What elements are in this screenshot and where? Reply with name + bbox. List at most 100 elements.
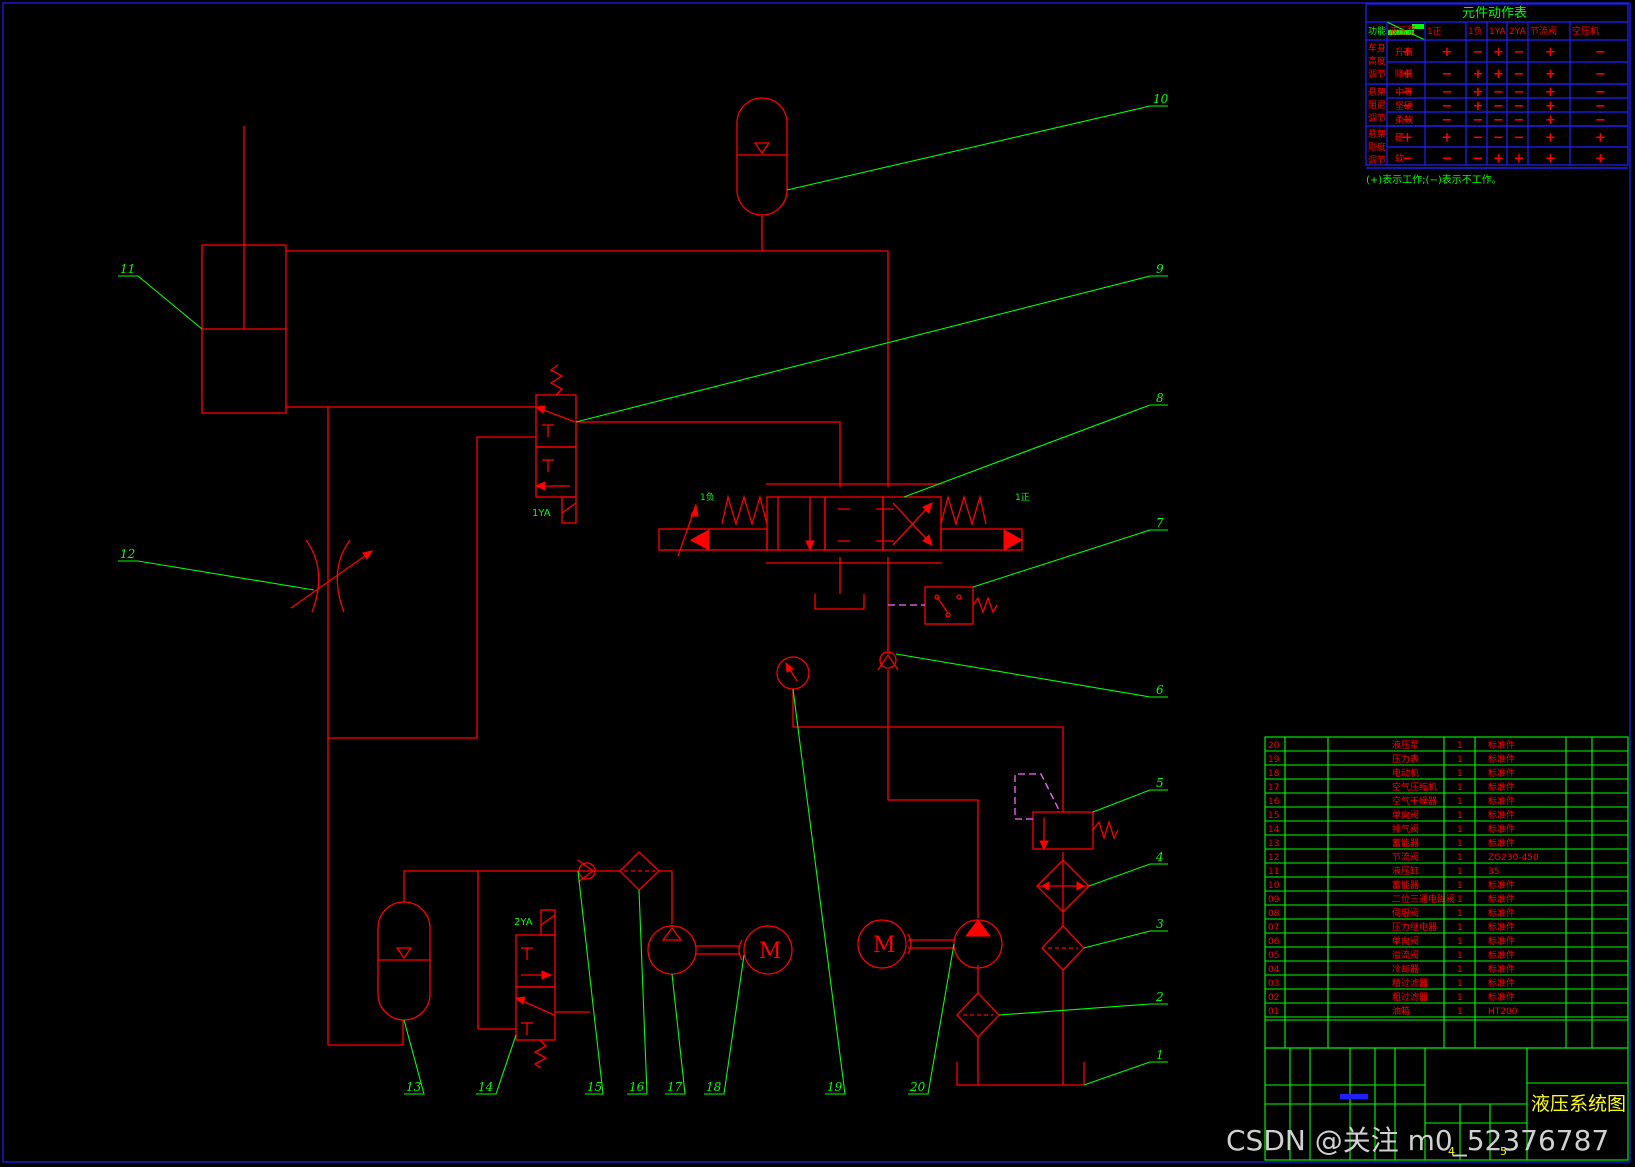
action-table-cell-1-1: − [1442, 67, 1453, 82]
action-table-cell-0-3: + [1493, 45, 1504, 60]
motor-18-label: M [759, 939, 782, 964]
air-dryer-16 [597, 851, 673, 924]
parts-list-qty-17: 1 [1457, 979, 1463, 989]
parts-list-name-19: 油箱 [1392, 1005, 1410, 1017]
action-table-group-1: 悬架 [1368, 87, 1386, 98]
action-table-cell-6-3: + [1493, 152, 1504, 167]
action-table-group-2: 悬架 [1368, 129, 1386, 140]
action-table-cell-3-6: − [1595, 99, 1606, 114]
action-table-header-5: 节流阀 [1530, 25, 1557, 37]
action-table-cell-5-3: − [1493, 131, 1504, 146]
parts-list-no-10: 10 [1268, 881, 1280, 891]
parts-list-no-4: 16 [1268, 797, 1280, 807]
parts-list-qty-13: 1 [1457, 923, 1463, 933]
action-table-title: 元件动作表 [1462, 6, 1527, 21]
callout-4: 4 [1155, 850, 1164, 864]
parts-list-spec-12: 标准件 [1488, 907, 1515, 919]
parts-list-no-14: 06 [1268, 937, 1280, 947]
parts-list-spec-8: ZG230-450 [1488, 853, 1539, 863]
action-table-header-2: 1负 [1468, 25, 1483, 37]
parts-list-name-15: 溢流阀 [1392, 949, 1419, 961]
callout-5: 5 [1156, 776, 1164, 790]
action-table-cell-0-0: + [1402, 45, 1413, 60]
action-table-cell-1-0: + [1402, 67, 1413, 82]
title-block-marker [1340, 1094, 1368, 1099]
check-valve-06 [877, 651, 899, 671]
parts-list-no-0: 20 [1268, 741, 1280, 751]
action-table-cell-3-4: − [1514, 99, 1525, 114]
callout-3: 3 [1156, 917, 1164, 931]
parts-list-qty-14: 1 [1457, 937, 1463, 947]
parts-list-spec-14: 标准件 [1488, 935, 1515, 947]
solenoid-valve-09 [534, 364, 577, 524]
action-table-group-1: 阻尼 [1368, 100, 1386, 111]
callout-10: 10 [1153, 92, 1169, 106]
parts-list-frame [1264, 736, 1629, 1049]
valve-14-coil-label: 2YA [514, 917, 533, 928]
parts-list-name-12: 伺服阀 [1392, 907, 1419, 919]
callout-17: 17 [667, 1080, 683, 1094]
callout-2: 2 [1155, 990, 1164, 1004]
action-table-cell-0-1: + [1442, 45, 1453, 60]
parts-list-name-9: 液压缸 [1392, 865, 1419, 877]
parts-list-no-8: 12 [1268, 853, 1279, 863]
parts-list-spec-11: 标准件 [1488, 893, 1515, 905]
action-table-header-1: 1正 [1427, 27, 1442, 37]
parts-list-qty-10: 1 [1457, 881, 1463, 891]
parts-list-name-5: 单向阀 [1392, 809, 1419, 821]
action-table-cell-3-0: − [1402, 99, 1413, 114]
hydraulic-cylinder-11 [201, 126, 287, 414]
parts-list-qty-3: 1 [1457, 783, 1463, 793]
action-table-cell-0-5: + [1545, 45, 1556, 60]
action-table-cell-4-0: − [1402, 113, 1413, 128]
motor-18: M [738, 925, 793, 975]
tank-01 [956, 1062, 1085, 1086]
motor-pump-side: M [857, 919, 954, 969]
parts-list-name-16: 冷却器 [1392, 963, 1419, 975]
cooler-04 [1036, 859, 1090, 913]
parts-list-name-17: 精过滤器 [1392, 977, 1428, 989]
parts-list-name-2: 电动机 [1392, 767, 1419, 779]
parts-list-qty-11: 1 [1457, 895, 1463, 905]
parts-list-no-17: 03 [1268, 979, 1279, 989]
action-table-cell-6-5: + [1545, 152, 1556, 167]
parts-list-qty-15: 1 [1457, 951, 1463, 961]
action-table: 元件动作表功能 液压泵 1正 1负 1YA 2YA 节流阀 空压机车身高度调节悬架阻尼调节悬架… [1365, 3, 1629, 169]
leader-lines [118, 105, 1168, 1095]
callout-9: 9 [1156, 262, 1164, 276]
action-table-cell-6-2: − [1473, 152, 1484, 167]
parts-list-spec-6: 标准件 [1488, 823, 1515, 835]
parts-list-name-10: 蓄能器 [1392, 879, 1419, 891]
throttle-valve-12 [290, 539, 374, 613]
action-table-group-0: 高度 [1368, 55, 1386, 67]
action-table-cell-1-4: − [1514, 67, 1525, 82]
action-table-corner: 功能 [1368, 25, 1386, 37]
coarse-filter-02 [956, 992, 1000, 1038]
parts-list-qty-7: 1 [1457, 839, 1463, 849]
action-table-cell-2-6: − [1595, 85, 1606, 100]
action-table-cell-5-0: + [1402, 131, 1413, 146]
action-table-cell-0-4: − [1514, 45, 1525, 60]
parts-list-name-7: 蓄能器 [1392, 837, 1419, 849]
parts-list-spec-1: 标准件 [1488, 753, 1515, 765]
parts-list-no-18: 02 [1268, 993, 1279, 1003]
parts-list-spec-0: 标准件 [1488, 739, 1515, 751]
action-table-group-1: 调节 [1368, 113, 1386, 124]
servo-left-label: 1负 [700, 491, 715, 503]
action-table-header-4: 2YA [1509, 27, 1527, 37]
parts-list-name-3: 空气压缩机 [1392, 781, 1437, 793]
parts-list-no-9: 11 [1268, 867, 1279, 877]
callout-12: 12 [120, 547, 135, 561]
parts-list-spec-2: 标准件 [1488, 767, 1515, 779]
action-table-cell-5-4: − [1514, 131, 1525, 146]
parts-list-no-13: 07 [1268, 923, 1279, 933]
action-table-cell-0-2: − [1473, 45, 1484, 60]
callout-8: 8 [1156, 391, 1164, 405]
parts-list-name-0: 液压泵 [1392, 739, 1419, 751]
parts-list-name-13: 压力继电器 [1392, 921, 1437, 933]
parts-list-spec-19: HT200 [1488, 1007, 1518, 1017]
parts-list-qty-4: 1 [1457, 797, 1463, 807]
callout-16: 16 [629, 1080, 645, 1094]
parts-list-spec-15: 标准件 [1488, 949, 1515, 961]
watermark: CSDN @关注 m0_52376787 [1226, 1124, 1609, 1157]
